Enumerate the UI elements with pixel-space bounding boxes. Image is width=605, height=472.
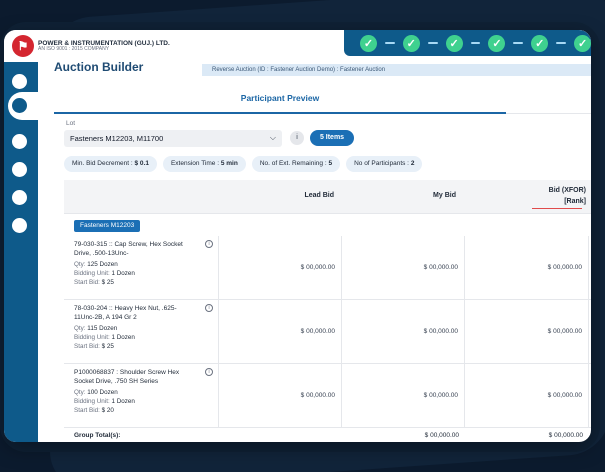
tab-bar: Participant Preview [54, 86, 591, 114]
info-icon[interactable]: i [205, 304, 213, 312]
company-logo: ⚑ POWER & INSTRUMENTATION (GUJ.) LTD. AN… [12, 34, 182, 58]
item-cell: 78-030-204 :: Heavy Hex Nut, .625-11Unc-… [64, 300, 219, 364]
lot-selected-value: Fasteners M12203, M11700 [70, 134, 164, 143]
breadcrumb: Reverse Auction (ID : Fastener Auction D… [202, 64, 591, 76]
col-bid-underline [532, 208, 582, 209]
my-bid-cell: $ 00,000.00 [342, 236, 465, 300]
app-window: ⚑ POWER & INSTRUMENTATION (GUJ.) LTD. AN… [4, 30, 591, 442]
my-bid-cell: $ 00,000.00 [342, 300, 465, 364]
step-6-check-icon[interactable]: ✓ [574, 34, 591, 52]
bid-input-cell[interactable]: $ 00,000.00 [465, 364, 589, 428]
lead-bid-cell: $ 00,000.00 [219, 236, 342, 300]
step-2-check-icon[interactable]: ✓ [402, 34, 420, 52]
my-bid-cell: $ 00,000.00 [342, 364, 465, 428]
left-rail [4, 62, 38, 442]
chip-min-bid-decrement: Min. Bid Decrement : $ 0.1 [64, 156, 157, 172]
tab-participant-preview[interactable]: Participant Preview [54, 86, 506, 114]
table-row: P1000068837 : Shoulder Screw Hex Socket … [64, 364, 591, 428]
bid-input-cell[interactable]: $ 00,000.00 [465, 236, 589, 300]
progress-steps: ✓ ✓ ✓ ✓ ✓ ✓ [344, 30, 591, 56]
bid-table: Lead Bid My Bid Bid (XFOR) [Rank] Fasten… [64, 180, 591, 442]
rail-item-6-icon[interactable] [12, 218, 27, 233]
table-row: 78-030-204 :: Heavy Hex Nut, .625-11Unc-… [64, 300, 591, 364]
group-total-my-bid: $ 00,000.00 [424, 432, 459, 439]
company-tagline: AN ISO 9001 : 2015 COMPANY [38, 45, 110, 52]
chip-participants: No of Participants : 2 [346, 156, 423, 172]
info-icon[interactable]: i [205, 240, 213, 248]
rail-item-selected[interactable] [8, 92, 38, 120]
info-button[interactable]: i [290, 131, 304, 145]
item-cell: 79-030-315 :: Cap Screw, Hex Socket Driv… [64, 236, 219, 300]
col-bid-rank: Bid (XFOR) [Rank] [548, 187, 586, 205]
step-1-check-icon[interactable]: ✓ [360, 34, 377, 52]
group-totals-row: Group Total(s): $ 00,000.00 $ 00,000.00 [64, 430, 591, 442]
table-row: 79-030-315 :: Cap Screw, Hex Socket Driv… [64, 236, 591, 300]
rail-item-3-icon[interactable] [12, 134, 27, 149]
item-title: 78-030-204 :: Heavy Hex Nut, .625-11Unc-… [74, 305, 177, 321]
item-title: 79-030-315 :: Cap Screw, Hex Socket Driv… [74, 241, 183, 257]
chevron-down-icon: ⌵ [269, 133, 276, 142]
main-content: Auction Builder Reverse Auction (ID : Fa… [42, 56, 591, 442]
rail-item-2-icon[interactable] [12, 98, 27, 113]
page-title: Auction Builder [54, 60, 144, 74]
chip-ext-remaining: No. of Ext. Remaining : 5 [251, 156, 341, 172]
col-my-bid: My Bid [433, 192, 456, 199]
chip-extension-time: Extension Time : 5 min [162, 156, 246, 172]
lot-label: Lot [66, 120, 76, 127]
items-count-badge[interactable]: 5 Items [310, 130, 354, 146]
lot-select[interactable]: Fasteners M12203, M11700 ⌵ [64, 130, 282, 147]
rail-item-1-icon[interactable] [12, 74, 27, 89]
step-4-check-icon[interactable]: ✓ [488, 34, 506, 52]
item-cell: P1000068837 : Shoulder Screw Hex Socket … [64, 364, 219, 428]
step-5-check-icon[interactable]: ✓ [531, 34, 549, 52]
step-3-check-icon[interactable]: ✓ [445, 34, 463, 52]
bid-input-cell[interactable]: $ 00,000.00 [465, 300, 589, 364]
lead-bid-cell: $ 00,000.00 [219, 364, 342, 428]
table-rows: 79-030-315 :: Cap Screw, Hex Socket Driv… [64, 236, 591, 428]
rail-item-5-icon[interactable] [12, 190, 27, 205]
rail-item-4-icon[interactable] [12, 162, 27, 177]
col-lead-bid: Lead Bid [304, 192, 334, 199]
group-tag: Fasteners M12203 [74, 220, 141, 232]
info-icon[interactable]: i [205, 368, 213, 376]
lead-bid-cell: $ 00,000.00 [219, 300, 342, 364]
item-title: P1000068837 : Shoulder Screw Hex Socket … [74, 369, 180, 385]
auction-info-chips: Min. Bid Decrement : $ 0.1 Extension Tim… [64, 156, 423, 172]
group-total-bid: $ 00,000.00 [548, 432, 583, 439]
table-header: Lead Bid My Bid Bid (XFOR) [Rank] [64, 180, 591, 214]
logo-mark-icon: ⚑ [12, 35, 34, 57]
group-total-label: Group Total(s): [74, 432, 121, 439]
